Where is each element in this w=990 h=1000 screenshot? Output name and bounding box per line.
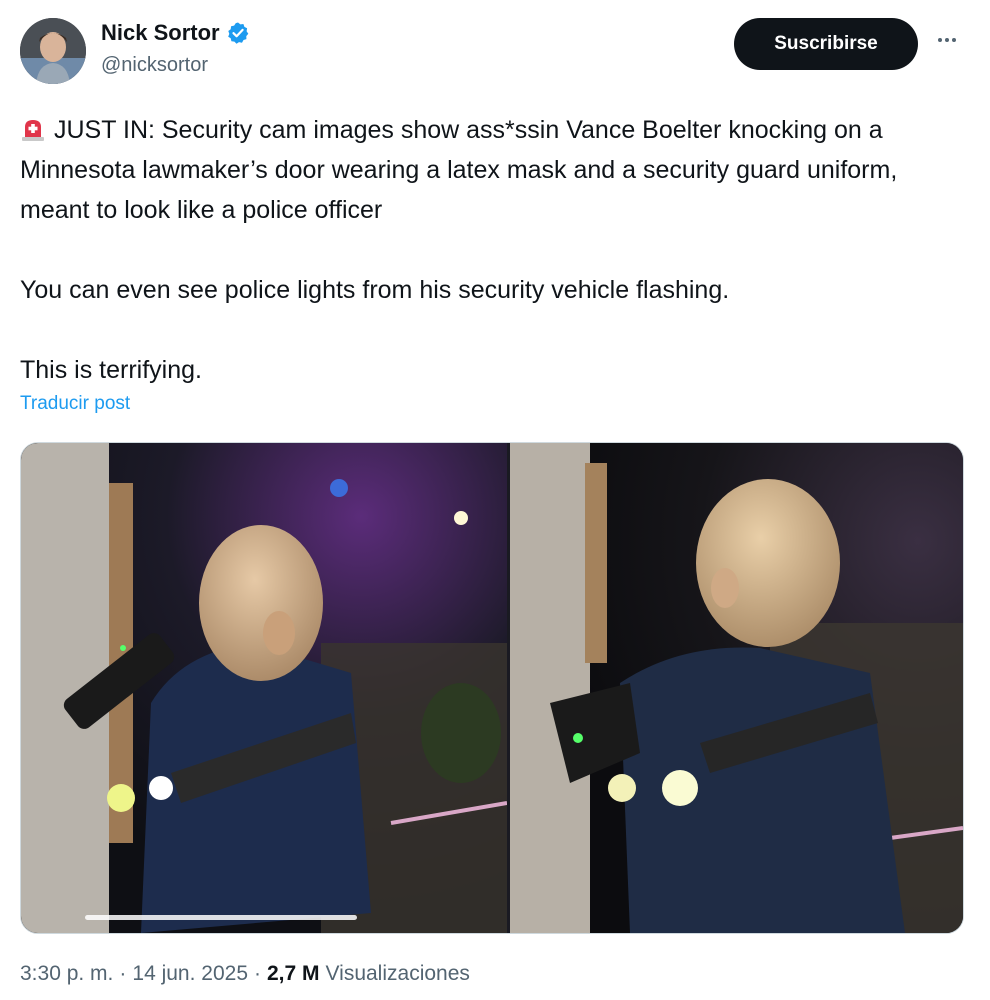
media-scroll-indicator	[85, 915, 357, 920]
rotating-light-icon	[20, 114, 46, 141]
avatar[interactable]	[20, 18, 86, 84]
verified-badge-icon	[226, 21, 250, 45]
post-meta: 3:30 p. m. · 14 jun. 2025 · 2,7 M Visual…	[20, 962, 470, 986]
handle[interactable]: @nicksortor	[101, 54, 250, 77]
post-paragraph: JUST IN: Security cam images show ass*ss…	[20, 110, 970, 230]
tweet: Nick Sortor @nicksortor Suscribirse JUST…	[0, 0, 990, 1000]
views-label: Visualizaciones	[325, 962, 470, 985]
post-paragraph-3: This is terrifying.	[20, 356, 202, 384]
meta-separator: ·	[119, 962, 127, 985]
avatar-image	[20, 18, 86, 84]
media-gallery[interactable]	[20, 442, 964, 934]
post-date[interactable]: 14 jun. 2025	[132, 962, 248, 986]
meta-separator: ·	[254, 962, 261, 985]
security-cam-photo-2[interactable]	[510, 443, 963, 933]
post-text: JUST IN: Security cam images show ass*ss…	[20, 110, 970, 390]
post-time[interactable]: 3:30 p. m.	[20, 962, 113, 986]
display-name[interactable]: Nick Sortor	[101, 20, 220, 46]
security-cam-photo-1[interactable]	[21, 443, 508, 933]
post-paragraph-2: You can even see police lights from his …	[20, 276, 730, 304]
subscribe-button[interactable]: Suscribirse	[734, 18, 918, 70]
translate-post-link[interactable]: Traducir post	[20, 393, 130, 415]
views-count: 2,7 M	[267, 962, 320, 985]
post-paragraph-1: JUST IN: Security cam images show ass*ss…	[20, 116, 898, 224]
author-info: Nick Sortor @nicksortor	[101, 20, 250, 77]
more-options-icon[interactable]	[932, 30, 962, 50]
